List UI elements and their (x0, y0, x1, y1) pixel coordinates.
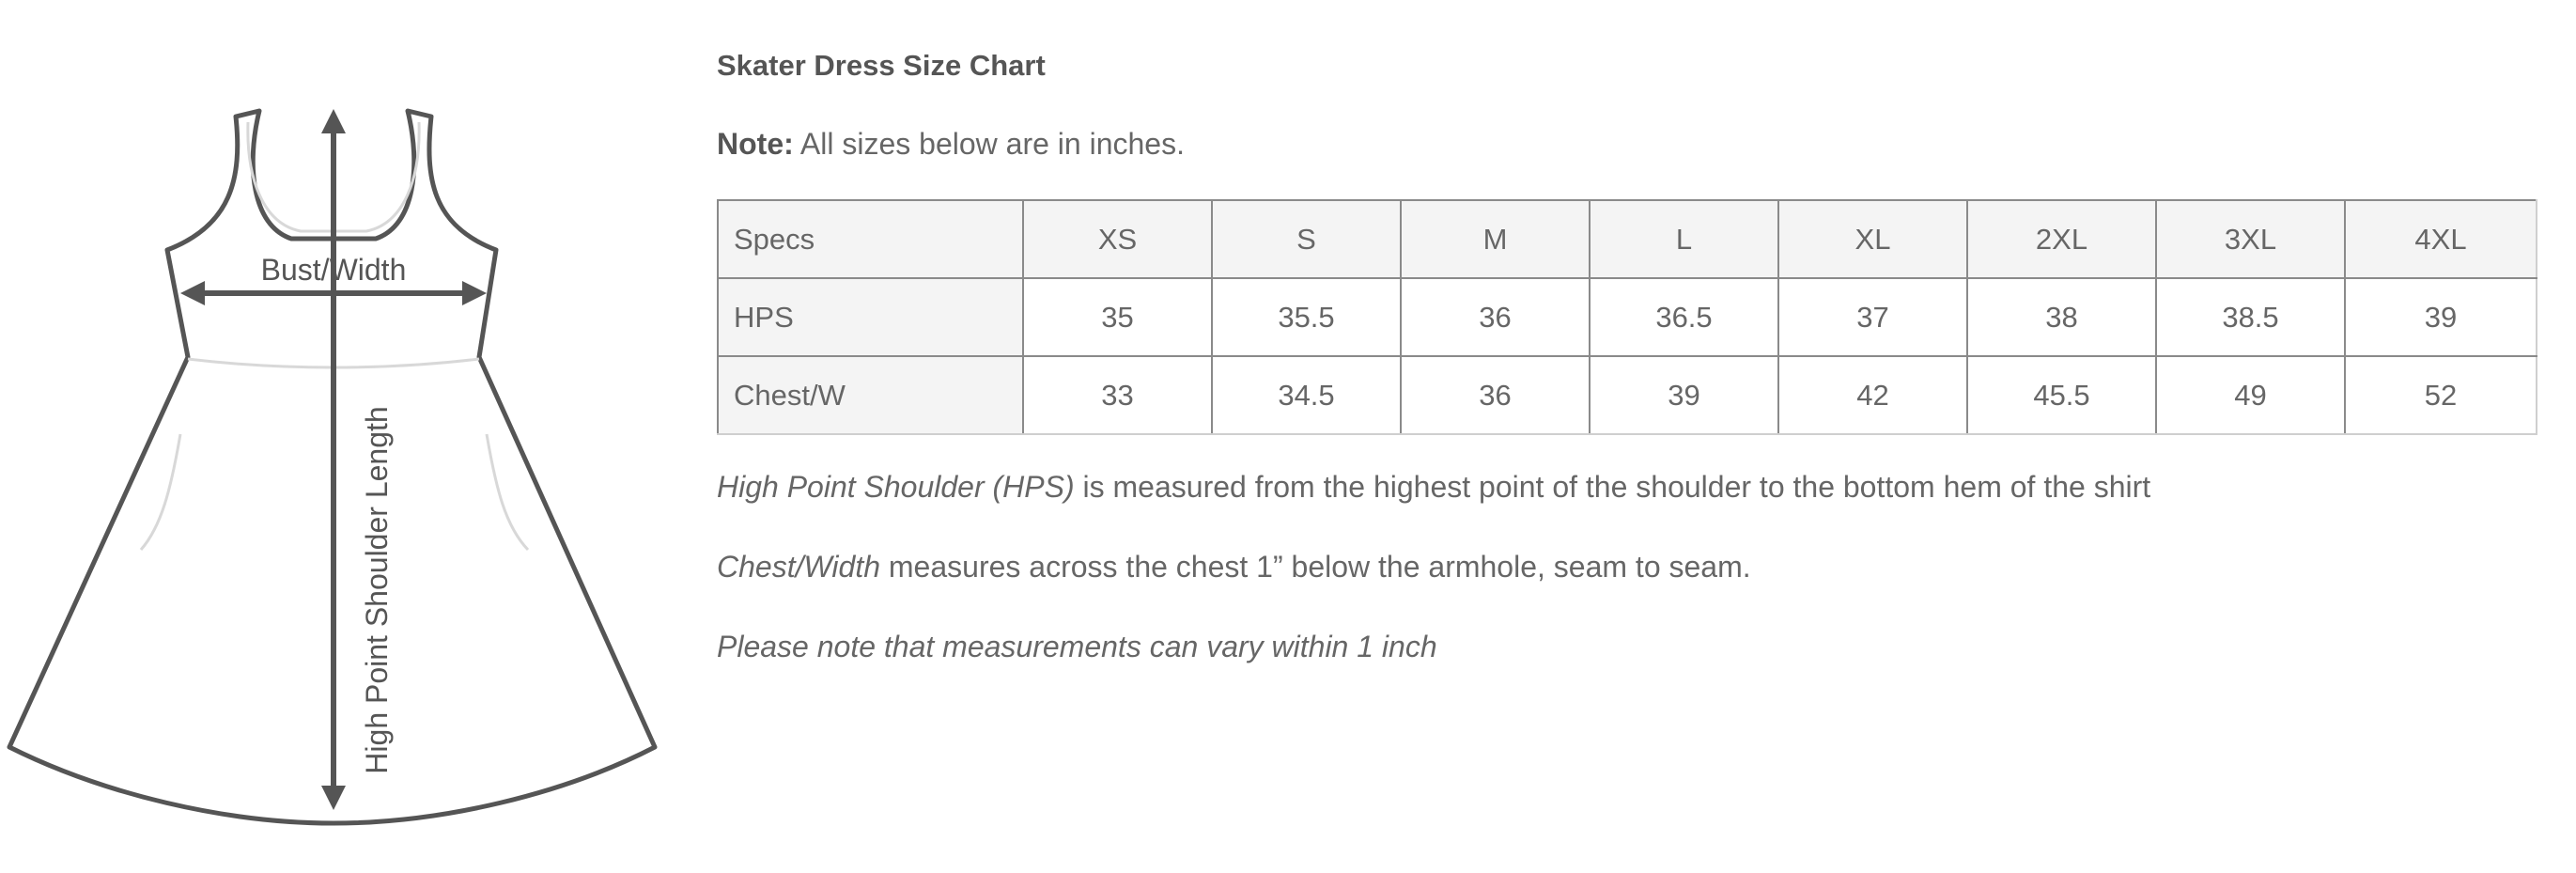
table-cell: 42 (1777, 355, 1968, 435)
size-table: Specs XS S M L XL 2XL 3XL 4XL HPS 35 35.… (717, 199, 2537, 435)
table-cell: 35.5 (1211, 277, 1402, 357)
column-header: M (1400, 199, 1591, 279)
variance-note: Please note that measurements can vary w… (717, 630, 1437, 663)
column-header: Specs (717, 199, 1024, 279)
column-header: S (1211, 199, 1402, 279)
chest-term: Chest/Width (717, 550, 880, 584)
column-header: L (1589, 199, 1779, 279)
table-cell: 39 (1589, 355, 1779, 435)
column-header: 2XL (1966, 199, 2157, 279)
hps-text: is measured from the highest point of th… (1074, 470, 2151, 504)
table-cell: 37 (1777, 277, 1968, 357)
table-cell: 52 (2344, 355, 2537, 435)
table-cell: 34.5 (1211, 355, 1402, 435)
hps-term: High Point Shoulder (HPS) (717, 470, 1075, 504)
row-label: HPS (717, 277, 1024, 357)
chest-text: measures across the chest 1” below the a… (880, 550, 1751, 584)
column-header: XS (1022, 199, 1213, 279)
table-cell: 45.5 (1966, 355, 2157, 435)
table-cell: 36 (1400, 277, 1591, 357)
units-note: Note: All sizes below are in inches. (717, 127, 1185, 162)
row-label: Chest/W (717, 355, 1024, 435)
table-row: Chest/W 33 34.5 36 39 42 45.5 49 52 (717, 355, 2537, 435)
length-label: High Point Shoulder Length (360, 406, 394, 773)
table-row: HPS 35 35.5 36 36.5 37 38 38.5 39 (717, 277, 2537, 357)
table-cell: 33 (1022, 355, 1213, 435)
column-header: 4XL (2344, 199, 2537, 279)
table-cell: 35 (1022, 277, 1213, 357)
table-cell: 49 (2155, 355, 2346, 435)
bust-width-label: Bust/Width (261, 253, 407, 287)
table-cell: 38.5 (2155, 277, 2346, 357)
note-text: All sizes below are in inches. (793, 127, 1185, 161)
page-title: Skater Dress Size Chart (717, 49, 1046, 82)
dress-drawing: Bust/Width High Point Shoulder Length (0, 0, 676, 873)
note-label: Note: (717, 127, 794, 161)
table-header-row: Specs XS S M L XL 2XL 3XL 4XL (717, 199, 2537, 279)
hps-description: High Point Shoulder (HPS) is measured fr… (717, 470, 2150, 505)
table-cell: 36.5 (1589, 277, 1779, 357)
chest-description: Chest/Width measures across the chest 1”… (717, 550, 1751, 585)
table-cell: 39 (2344, 277, 2537, 357)
table-cell: 38 (1966, 277, 2157, 357)
table-cell: 36 (1400, 355, 1591, 435)
column-header: XL (1777, 199, 1968, 279)
column-header: 3XL (2155, 199, 2346, 279)
